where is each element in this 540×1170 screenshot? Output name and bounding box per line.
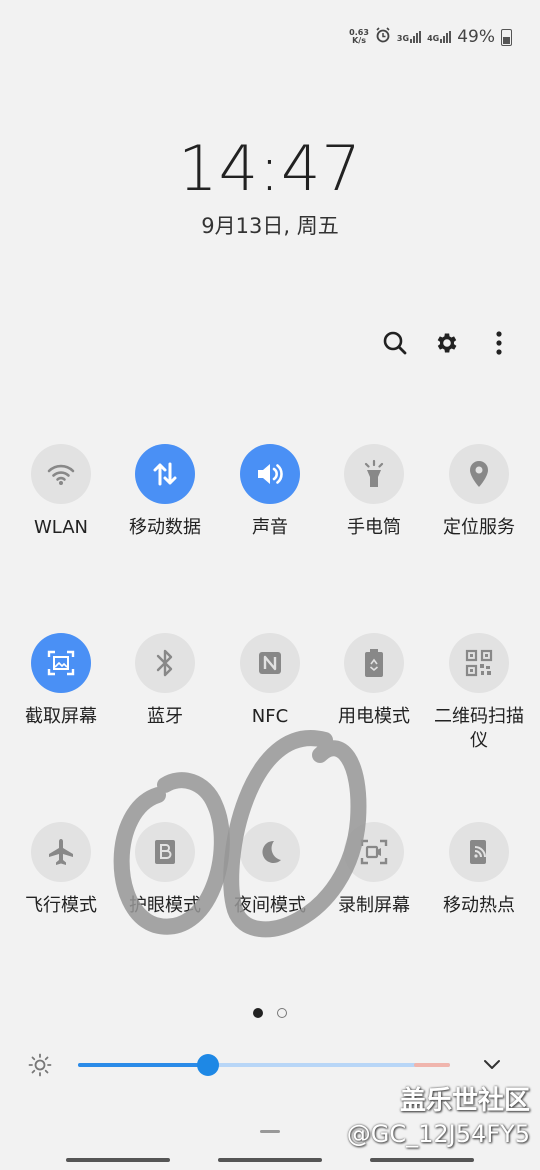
tile-sound[interactable]: 声音 xyxy=(218,444,322,540)
night-mode-icon xyxy=(240,822,300,882)
tile-airplane-mode[interactable]: 飞行模式 xyxy=(9,822,113,918)
screenshot-icon xyxy=(31,633,91,693)
brightness-sun-icon xyxy=(28,1053,52,1077)
alarm-icon xyxy=(375,27,391,47)
tile-flashlight[interactable]: 手电筒 xyxy=(322,444,426,540)
status-bar: 0.63 K/s 3G 4G 49% xyxy=(349,24,512,50)
panel-drag-handle[interactable] xyxy=(260,1130,280,1133)
quick-panel-toolbar xyxy=(380,328,514,358)
brightness-fill xyxy=(78,1063,209,1067)
tile-qr-scanner[interactable]: 二维码扫描仪 xyxy=(427,633,531,753)
network-speed: 0.63 K/s xyxy=(349,28,369,45)
wifi-icon xyxy=(31,444,91,504)
tile-hotspot[interactable]: 移动热点 xyxy=(427,822,531,918)
clock-date: 9月13日, 周五 xyxy=(201,214,339,238)
tile-wlan[interactable]: WLAN xyxy=(9,444,113,540)
nav-home[interactable] xyxy=(218,1158,322,1162)
watermark-site: 盖乐世社区 xyxy=(399,1086,530,1116)
nfc-icon xyxy=(240,633,300,693)
search-icon[interactable] xyxy=(380,328,410,358)
battery-percent: 49% xyxy=(457,27,495,47)
gear-icon[interactable] xyxy=(432,328,462,358)
tile-bluetooth[interactable]: 蓝牙 xyxy=(113,633,217,729)
tile-night-mode[interactable]: 夜间模式 xyxy=(218,822,322,918)
brightness-control xyxy=(28,1048,512,1082)
airplane-icon xyxy=(31,822,91,882)
page-indicator xyxy=(0,1008,540,1018)
location-icon xyxy=(449,444,509,504)
chevron-down-icon[interactable] xyxy=(482,1054,502,1074)
tile-screenshot[interactable]: 截取屏幕 xyxy=(9,633,113,729)
more-vert-icon[interactable] xyxy=(484,328,514,358)
watermark-user: @GC_12J54FY5 xyxy=(346,1120,530,1148)
tile-power-mode[interactable]: 用电模式 xyxy=(322,633,426,729)
volume-icon xyxy=(240,444,300,504)
bluetooth-icon xyxy=(135,633,195,693)
page-dot-active[interactable] xyxy=(253,1008,263,1018)
tile-screen-record[interactable]: 录制屏幕 xyxy=(322,822,426,918)
sim1-signal-icon: 3G xyxy=(397,31,422,43)
brightness-tail xyxy=(414,1063,450,1067)
tile-eye-comfort[interactable]: 护眼模式 xyxy=(113,822,217,918)
brightness-thumb[interactable] xyxy=(197,1054,220,1076)
page-dot[interactable] xyxy=(277,1008,287,1018)
nav-back[interactable] xyxy=(370,1158,474,1162)
eye-comfort-icon xyxy=(135,822,195,882)
flashlight-icon xyxy=(344,444,404,504)
tile-nfc[interactable]: NFC xyxy=(218,633,322,729)
nav-recent[interactable] xyxy=(66,1158,170,1162)
brightness-slider[interactable] xyxy=(78,1054,450,1076)
qr-code-icon xyxy=(449,633,509,693)
screen-record-icon xyxy=(344,822,404,882)
power-mode-icon xyxy=(344,633,404,693)
mobile-data-icon xyxy=(135,444,195,504)
tile-mobile-data[interactable]: 移动数据 xyxy=(113,444,217,540)
battery-icon xyxy=(501,28,512,46)
clock-time: 14:47 xyxy=(178,132,362,205)
hotspot-icon xyxy=(449,822,509,882)
tile-location[interactable]: 定位服务 xyxy=(427,444,531,540)
navigation-bar xyxy=(0,1158,540,1164)
sim2-signal-icon: 4G xyxy=(427,31,452,43)
